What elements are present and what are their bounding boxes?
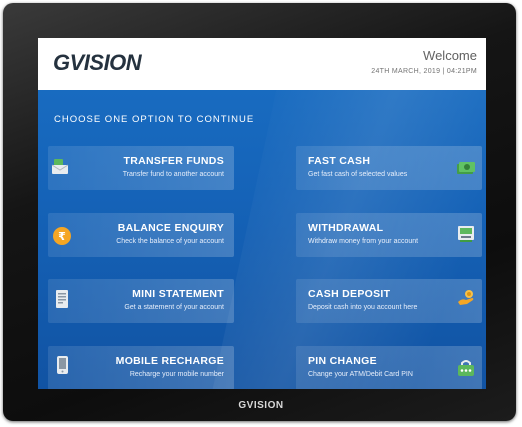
option-subtitle: Transfer fund to another account [122, 171, 224, 178]
option-subtitle: Withdraw money from your account [308, 238, 419, 245]
header-bar: GVISION Welcome 24TH MARCH, 2019 | 04:21… [38, 38, 486, 90]
hand-coin-icon [456, 288, 476, 308]
option-title: CASH DEPOSIT [308, 288, 391, 300]
transfer-funds-button[interactable]: TRANSFER FUNDS Transfer fund to another … [48, 146, 234, 190]
option-subtitle: Recharge your mobile number [129, 371, 224, 378]
rupee-coin-icon: ₹ [52, 226, 72, 246]
fast-cash-button[interactable]: FAST CASH Get fast cash of selected valu… [296, 146, 482, 190]
option-title: MOBILE RECHARGE [115, 355, 224, 367]
pin-change-button[interactable]: PIN CHANGE Change your ATM/Debit Card PI… [296, 346, 482, 389]
option-title: BALANCE ENQUIRY [117, 222, 224, 234]
date-time: 24TH MARCH, 2019 | 04:21PM [371, 68, 477, 75]
instruction-prompt: CHOOSE ONE OPTION TO CONTINUE [54, 114, 255, 125]
withdrawal-button[interactable]: WITHDRAWAL Withdraw money from your acco… [296, 213, 482, 257]
mobile-phone-icon [52, 355, 72, 375]
svg-text:₹: ₹ [58, 230, 66, 243]
option-title: MINI STATEMENT [132, 288, 224, 300]
option-subtitle: Deposit cash into you account here [308, 304, 418, 311]
option-title: TRANSFER FUNDS [123, 155, 224, 167]
bezel-logo: GVISION [238, 400, 284, 411]
option-subtitle: Get fast cash of selected values [308, 171, 408, 178]
option-subtitle: Change your ATM/Debit Card PIN [308, 371, 413, 378]
cash-icon [456, 158, 476, 178]
atm-screen: GVISION Welcome 24TH MARCH, 2019 | 04:21… [38, 38, 486, 389]
welcome-text: Welcome [423, 48, 477, 63]
statement-icon [52, 289, 72, 309]
cash-deposit-button[interactable]: CASH DEPOSIT Deposit cash into you accou… [296, 279, 482, 323]
atm-machine-icon [456, 224, 476, 244]
mobile-recharge-button[interactable]: MOBILE RECHARGE Recharge your mobile num… [48, 346, 234, 389]
option-subtitle: Check the balance of your account [116, 238, 224, 245]
pin-keypad-icon [456, 358, 476, 378]
option-subtitle: Get a statement of your account [124, 304, 224, 311]
mini-statement-button[interactable]: MINI STATEMENT Get a statement of your a… [48, 279, 234, 323]
brand-logo: GVISION [53, 50, 142, 75]
option-title: FAST CASH [308, 155, 371, 167]
money-envelope-icon [51, 156, 71, 176]
balance-enquiry-button[interactable]: BALANCE ENQUIRY Check the balance of you… [48, 213, 234, 257]
option-title: WITHDRAWAL [308, 222, 384, 234]
option-title: PIN CHANGE [308, 355, 377, 367]
